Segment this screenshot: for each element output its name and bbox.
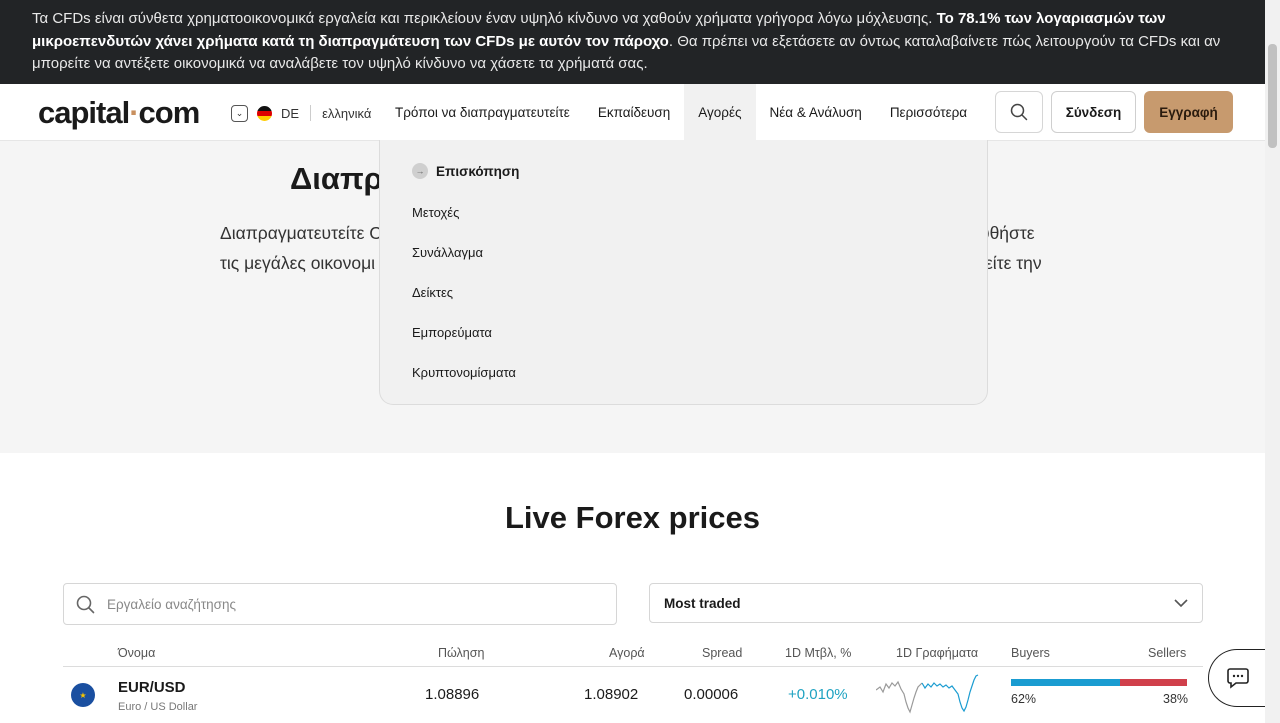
chat-button[interactable]: [1208, 649, 1266, 707]
hero-title: Διαπρ: [290, 161, 383, 196]
hero-text-line2-start: τις μεγάλες οικονομι: [220, 253, 376, 273]
divider: [310, 105, 312, 121]
search-button[interactable]: [995, 91, 1043, 133]
logo-text-right: com: [138, 95, 201, 130]
buyers-bar: [1011, 679, 1121, 686]
risk-text-1: Τα CFDs είναι σύνθετα χρηματοοικονομικά …: [32, 10, 937, 27]
instrument-name[interactable]: EUR/USD: [118, 679, 186, 696]
nav-more[interactable]: Περισσότερα: [876, 84, 981, 141]
nav-markets[interactable]: Αγορές: [684, 84, 756, 141]
hero-text-line1-start: Διαπραγματευτείτε C: [220, 223, 382, 243]
section-title: Live Forex prices: [504, 500, 760, 535]
sparkline-blue: [921, 674, 979, 713]
page-scrollbar[interactable]: [1265, 0, 1280, 723]
eu-flag-icon: ★: [71, 683, 95, 707]
sparkline-gray: [876, 680, 923, 714]
col-header-spread[interactable]: Spread: [702, 646, 742, 660]
nav-news-analysis[interactable]: Νέα & Ανάλυση: [756, 84, 876, 141]
menu-item-overview[interactable]: → Επισκόπηση: [412, 163, 519, 179]
logo-dot: ·: [129, 95, 139, 130]
search-icon: [1010, 103, 1028, 121]
menu-item-commodities[interactable]: Εμπορεύματα: [412, 325, 492, 340]
top-header: capital·com ⌄ DE ελληνικά Τρόποι να διαπ…: [0, 84, 1265, 141]
sparkline-chart: [876, 674, 979, 714]
search-icon: [76, 595, 95, 613]
chevron-down-icon[interactable]: ⌄: [231, 104, 248, 122]
change-value: +0.010%: [788, 686, 848, 703]
col-header-change[interactable]: 1D Μτβλ, %: [785, 646, 851, 660]
instrument-subtitle: Euro / US Dollar: [118, 701, 198, 713]
main-nav: Τρόποι να διαπραγματευτείτε Εκπαίδευση Α…: [381, 84, 981, 141]
language-name[interactable]: ελληνικά: [322, 106, 371, 121]
nav-education[interactable]: Εκπαίδευση: [584, 84, 684, 141]
menu-item-crypto[interactable]: Κρυπτονομίσματα: [412, 365, 516, 380]
signup-button[interactable]: Εγγραφή: [1144, 91, 1233, 133]
page: Τα CFDs είναι σύνθετα χρηματοοικονομικά …: [0, 0, 1280, 723]
buy-price[interactable]: 1.08902: [584, 686, 638, 703]
col-header-sellers: Sellers: [1148, 646, 1187, 660]
logo-text-left: capital: [38, 95, 130, 130]
hero-text-line1-end: υθήστε: [980, 223, 1035, 243]
login-button[interactable]: Σύνδεση: [1051, 91, 1136, 133]
col-header-name[interactable]: Όνομα: [118, 646, 155, 660]
menu-item-overview-label: Επισκόπηση: [436, 163, 520, 179]
sort-selected-value: Most traded: [664, 595, 741, 611]
spread-value: 0.00006: [684, 686, 739, 703]
hero-text-line2-end: είτε την: [985, 253, 1042, 273]
chevron-down-icon: [1174, 598, 1188, 607]
nav-ways-to-trade[interactable]: Τρόποι να διαπραγματευτείτε: [381, 84, 584, 141]
capital-com-logo[interactable]: capital·com: [38, 95, 201, 131]
col-header-buyers: Buyers: [1011, 646, 1050, 660]
col-header-sell[interactable]: Πώληση: [438, 646, 484, 660]
sellers-bar: [1120, 679, 1187, 686]
sellers-percent: 38%: [1163, 692, 1189, 706]
germany-flag-icon: [257, 105, 272, 121]
language-selector[interactable]: ⌄ DE ελληνικά: [231, 103, 371, 123]
menu-item-shares[interactable]: Μετοχές: [412, 205, 459, 220]
markets-dropdown-menu: → Επισκόπηση Μετοχές Συνάλλαγμα Δείκτες …: [379, 140, 988, 405]
risk-warning-banner: Τα CFDs είναι σύνθετα χρηματοοικονομικά …: [0, 0, 1265, 84]
sell-price[interactable]: 1.08896: [425, 686, 479, 703]
chat-icon: [1226, 668, 1249, 689]
col-header-chart: 1D Γραφήματα: [896, 646, 979, 660]
search-input[interactable]: [107, 596, 587, 612]
menu-item-indices[interactable]: Δείκτες: [412, 285, 453, 300]
buyers-percent: 62%: [1011, 692, 1037, 706]
sort-select[interactable]: Most traded: [649, 583, 1203, 623]
sentiment-bar: [1011, 679, 1187, 686]
country-code: DE: [281, 105, 300, 121]
instrument-search[interactable]: [63, 583, 617, 625]
scrollbar-thumb[interactable]: [1268, 44, 1277, 148]
menu-item-forex[interactable]: Συνάλλαγμα: [412, 245, 483, 260]
col-header-buy[interactable]: Αγορά: [609, 646, 645, 660]
arrow-right-icon: →: [412, 163, 428, 179]
table-divider: [63, 666, 1203, 667]
